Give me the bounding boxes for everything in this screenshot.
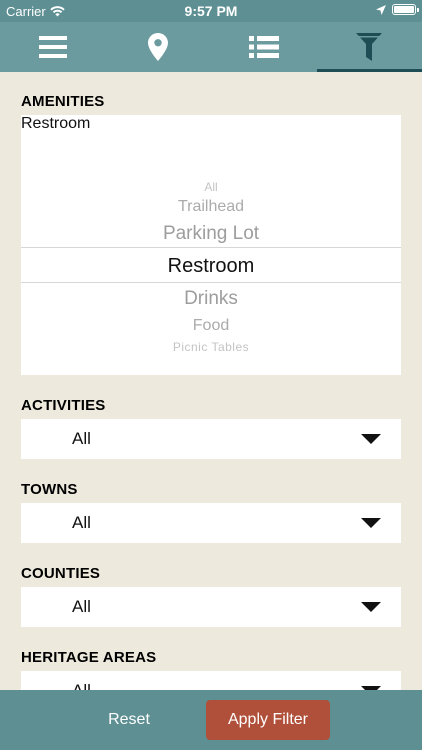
bulleted-list-icon (248, 36, 279, 58)
counties-value: All (72, 597, 91, 616)
picker-option[interactable]: Picnic Tables (21, 340, 401, 354)
picker-selection-top-line (21, 247, 401, 248)
funnel-filter-icon (356, 33, 383, 61)
location-pin-icon (148, 33, 169, 61)
heritage-areas-value: All (72, 681, 91, 690)
heritage-areas-label: HERITAGE AREAS (21, 649, 157, 666)
counties-label: COUNTIES (21, 565, 101, 582)
reset-button[interactable]: Reset (84, 700, 174, 740)
heritage-areas-select[interactable]: All (21, 671, 401, 690)
amenities-value: Restroom (21, 115, 91, 132)
tab-list[interactable] (211, 22, 317, 72)
activities-select[interactable]: All (21, 419, 401, 459)
picker-option[interactable]: All (21, 180, 401, 194)
amenities-panel: Restroom All Trailhead Parking Lot Restr… (21, 115, 401, 375)
picker-option[interactable]: Trailhead (21, 198, 401, 216)
amenities-picker[interactable]: All Trailhead Parking Lot Restroom Drink… (21, 155, 401, 375)
tab-bar (0, 22, 422, 72)
tab-menu[interactable] (0, 22, 106, 72)
towns-select[interactable]: All (21, 503, 401, 543)
picker-selection-bottom-line (21, 282, 401, 283)
chevron-down-icon (361, 602, 381, 612)
chevron-down-icon (361, 434, 381, 444)
activities-value: All (72, 429, 91, 448)
battery-icon (392, 4, 419, 15)
counties-select[interactable]: All (21, 587, 401, 627)
activities-label: ACTIVITIES (21, 397, 106, 414)
picker-option[interactable]: Drinks (21, 288, 401, 310)
picker-option[interactable]: Parking Lot (21, 223, 401, 245)
status-right (376, 4, 419, 15)
towns-value: All (72, 513, 91, 532)
picker-option[interactable]: Food (21, 317, 401, 335)
clock: 9:57 PM (184, 3, 238, 19)
chevron-down-icon (361, 518, 381, 528)
picker-option-selected[interactable]: Restroom (21, 255, 401, 278)
apply-filter-button[interactable]: Apply Filter (206, 700, 330, 740)
towns-label: TOWNS (21, 481, 78, 498)
tab-filter[interactable] (316, 22, 422, 72)
filter-form: AMENITIES Restroom All Trailhead Parking… (0, 72, 422, 690)
amenities-select[interactable]: Restroom (21, 115, 401, 155)
action-bar: Reset Apply Filter (0, 690, 422, 750)
location-arrow-icon (376, 4, 386, 15)
status-bar: Carrier 9:57 PM (0, 0, 422, 22)
tab-map[interactable] (106, 22, 212, 72)
amenities-label: AMENITIES (21, 93, 105, 110)
hamburger-menu-icon (38, 36, 67, 58)
